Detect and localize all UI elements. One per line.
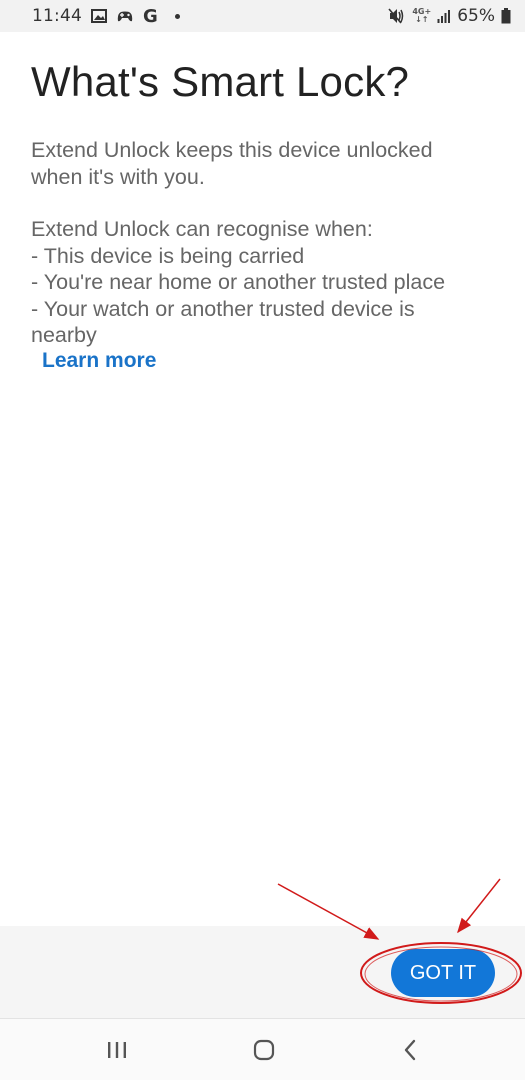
recents-button[interactable] [77,1019,157,1081]
recognition-intro: Extend Unlock can recognise when: [31,217,373,241]
network-4g-icon: 4G+ ↓↑ [412,8,431,24]
got-it-button[interactable]: GOT IT [391,949,495,997]
status-bar: 11:44 G 4G+ ↓↑ 65% [0,0,525,32]
back-button[interactable] [370,1019,450,1081]
navigation-bar [0,1018,525,1080]
page-title: What's Smart Lock? [31,58,410,105]
battery-icon [501,8,511,24]
recognition-item-continued: nearby [31,323,97,347]
gallery-icon [91,9,107,23]
game-controller-icon [116,9,134,23]
google-icon: G [143,5,158,27]
description-paragraph: Extend Unlock keeps this device unlocked… [31,137,491,190]
status-right: 4G+ ↓↑ 65% [388,6,511,26]
recents-icon [108,1042,126,1058]
annotation-arrow [457,878,501,934]
notification-dot-icon [174,13,180,19]
status-time: 11:44 [32,6,82,26]
learn-more-link[interactable]: Learn more [42,349,156,373]
description-line: Extend Unlock keeps this device unlocked [31,138,433,162]
home-icon [253,1039,275,1061]
recognition-item: - You're near home or another trusted pl… [31,270,446,294]
recognition-item: - This device is being carried [31,243,305,268]
network-activity-label: ↓↑ [415,15,429,24]
signal-icon [437,9,451,23]
description-line: when it's with you. [31,164,205,189]
recognition-item: - Your watch or another trusted device i… [31,296,415,321]
status-left: 11:44 G [32,6,180,27]
back-icon [404,1039,416,1061]
recognition-list: Extend Unlock can recognise when: - This… [31,216,491,349]
home-button[interactable] [224,1019,304,1081]
mute-icon [388,8,406,24]
battery-percent: 65% [457,6,495,26]
